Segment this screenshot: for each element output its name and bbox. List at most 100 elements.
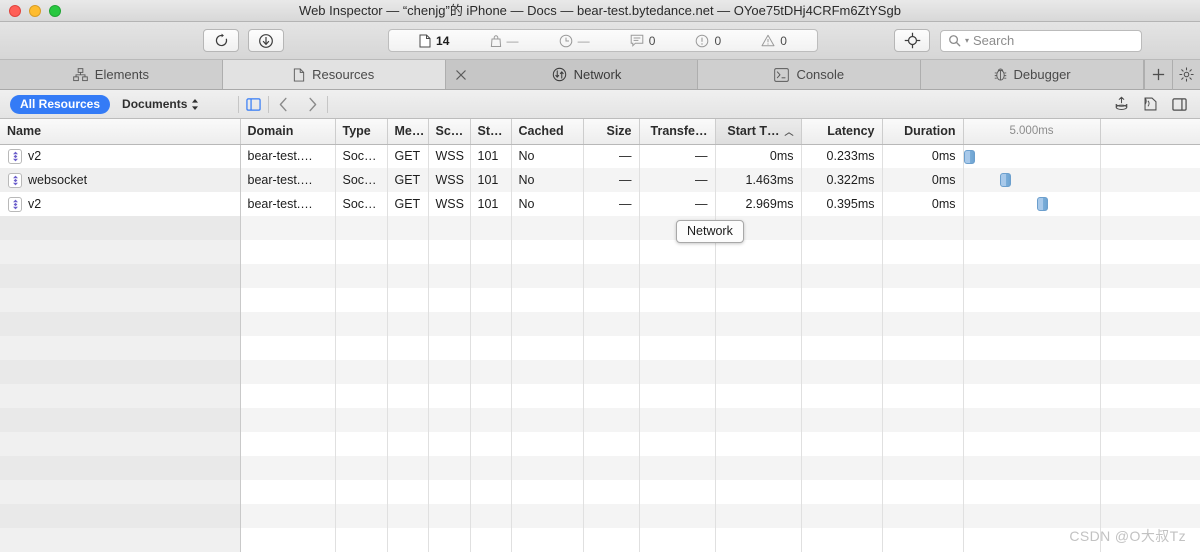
cell-empty bbox=[511, 360, 584, 384]
filter-all-resources[interactable]: All Resources bbox=[10, 94, 111, 114]
search-input[interactable] bbox=[973, 33, 1124, 48]
column-header-latency[interactable]: Latency bbox=[801, 119, 883, 145]
clear-network-items-button[interactable] bbox=[1107, 90, 1136, 119]
cell-scheme: WSS bbox=[428, 192, 471, 216]
search-field[interactable]: ▾ bbox=[940, 29, 1142, 52]
column-header-name[interactable]: Name bbox=[0, 119, 241, 145]
column-header-scheme[interactable]: Sc… bbox=[428, 119, 471, 145]
table-row-empty bbox=[0, 288, 1200, 312]
cell-empty bbox=[428, 432, 471, 456]
cell-method: GET bbox=[387, 192, 429, 216]
column-header-method[interactable]: Me… bbox=[387, 119, 429, 145]
cell-empty bbox=[387, 504, 429, 528]
tab-console[interactable]: Console bbox=[698, 60, 922, 89]
cell-empty bbox=[963, 264, 1101, 288]
stat-errors[interactable]: 0 bbox=[695, 34, 721, 48]
tab-elements[interactable]: Elements bbox=[0, 60, 223, 89]
cell-empty bbox=[882, 360, 964, 384]
cell-empty bbox=[387, 336, 429, 360]
column-header-label: Sc… bbox=[435, 124, 464, 139]
column-header-timeline[interactable]: 5.000ms bbox=[963, 119, 1101, 145]
cell-empty bbox=[511, 528, 584, 552]
cell-empty bbox=[583, 408, 640, 432]
table-row[interactable]: v2 bear-test.… Soc… GET WSS 101 No — —0ms 0.233ms… bbox=[0, 144, 1200, 168]
cell-empty bbox=[583, 216, 640, 240]
column-header-start[interactable]: Start T… ︿ bbox=[715, 119, 802, 145]
column-header-duration[interactable]: Duration bbox=[882, 119, 964, 145]
column-header-status[interactable]: St… bbox=[470, 119, 512, 145]
column-header-label: Transfe… bbox=[650, 124, 708, 139]
cell-empty bbox=[240, 360, 336, 384]
page-stats-bar: 14 — — 0 0 0 bbox=[388, 29, 818, 52]
cell-empty bbox=[387, 384, 429, 408]
table-row[interactable]: v2 bear-test.… Soc… GET WSS 101 No — —2.969ms 0.3… bbox=[0, 192, 1200, 216]
filter-resource-type-select[interactable]: Documents bbox=[122, 97, 199, 111]
cell-start: 0ms bbox=[715, 144, 802, 168]
cell-empty bbox=[715, 288, 802, 312]
cell-empty bbox=[0, 264, 241, 288]
cell-empty bbox=[0, 336, 241, 360]
reload-button[interactable] bbox=[203, 29, 239, 52]
table-row-empty bbox=[0, 240, 1200, 264]
column-header-transfer[interactable]: Transfe… bbox=[639, 119, 716, 145]
toggle-details-sidebar-button[interactable] bbox=[1165, 90, 1194, 119]
network-tab-tooltip: Network bbox=[676, 220, 744, 243]
network-table-body: v2 bear-test.… Soc… GET WSS 101 No — —0ms 0.233ms… bbox=[0, 144, 1200, 552]
navigate-back-button[interactable] bbox=[269, 90, 298, 119]
cell-empty bbox=[428, 456, 471, 480]
column-header-domain[interactable]: Domain bbox=[240, 119, 336, 145]
network-table-container[interactable]: Name Domain Type Me… Sc… St… Cached Size Transfe… bbox=[0, 119, 1200, 554]
navigation-controls bbox=[238, 90, 328, 119]
network-icon bbox=[552, 67, 567, 82]
cell-empty bbox=[511, 504, 584, 528]
cell-empty bbox=[335, 528, 388, 552]
cell-empty bbox=[882, 264, 964, 288]
resource-name-label: v2 bbox=[28, 149, 42, 164]
table-row[interactable]: websocket bear-test.… Soc… GET WSS 101 No — —1.4… bbox=[0, 168, 1200, 192]
column-header-type[interactable]: Type bbox=[335, 119, 388, 145]
maximize-window-button[interactable] bbox=[49, 4, 61, 17]
minimize-window-button[interactable] bbox=[29, 4, 41, 17]
toggle-left-sidebar-button[interactable] bbox=[239, 90, 268, 119]
tab-network[interactable]: Network bbox=[475, 60, 699, 89]
cell-empty bbox=[801, 288, 883, 312]
cell-type: Soc… bbox=[335, 168, 388, 192]
preserve-log-button[interactable] bbox=[1136, 90, 1165, 119]
cell-empty bbox=[335, 216, 388, 240]
stat-logs[interactable]: 0 bbox=[630, 34, 655, 48]
settings-button[interactable] bbox=[1171, 59, 1200, 90]
stat-size[interactable]: — bbox=[490, 34, 519, 48]
column-header-size[interactable]: Size bbox=[583, 119, 640, 145]
inspector-toolbar: 14 — — 0 0 0 ▾ Search bbox=[0, 22, 1200, 60]
cell-empty bbox=[387, 432, 429, 456]
close-tab-button[interactable] bbox=[445, 60, 476, 89]
column-header-cached[interactable]: Cached bbox=[511, 119, 584, 145]
cell-empty bbox=[583, 456, 640, 480]
column-header-spacer[interactable] bbox=[1100, 119, 1200, 145]
inspect-element-button[interactable] bbox=[894, 29, 930, 52]
cell-empty bbox=[963, 432, 1101, 456]
stat-warnings[interactable]: 0 bbox=[761, 34, 787, 48]
stat-resources[interactable]: 14 bbox=[419, 34, 449, 48]
search-scope-chevron-icon[interactable]: ▾ bbox=[965, 36, 969, 45]
add-tab-button[interactable] bbox=[1143, 59, 1172, 90]
cell-empty bbox=[240, 408, 336, 432]
cell-empty bbox=[715, 528, 802, 552]
tab-resources[interactable]: Resources bbox=[222, 60, 446, 89]
resource-name-label: websocket bbox=[28, 173, 88, 187]
cell-empty bbox=[715, 360, 802, 384]
cell-empty bbox=[511, 480, 584, 504]
download-har-button[interactable] bbox=[248, 29, 284, 52]
tab-debugger[interactable]: Debugger bbox=[921, 60, 1144, 89]
stat-time[interactable]: — bbox=[559, 34, 590, 48]
close-window-button[interactable] bbox=[9, 4, 21, 17]
cell-empty bbox=[428, 312, 471, 336]
navigate-forward-button[interactable] bbox=[298, 90, 327, 119]
cell-empty bbox=[801, 360, 883, 384]
cell-empty bbox=[428, 360, 471, 384]
cell-empty bbox=[963, 216, 1101, 240]
cell-empty bbox=[639, 360, 716, 384]
cell-empty bbox=[470, 408, 512, 432]
cell-empty bbox=[715, 384, 802, 408]
cell-scheme: WSS bbox=[428, 144, 471, 168]
